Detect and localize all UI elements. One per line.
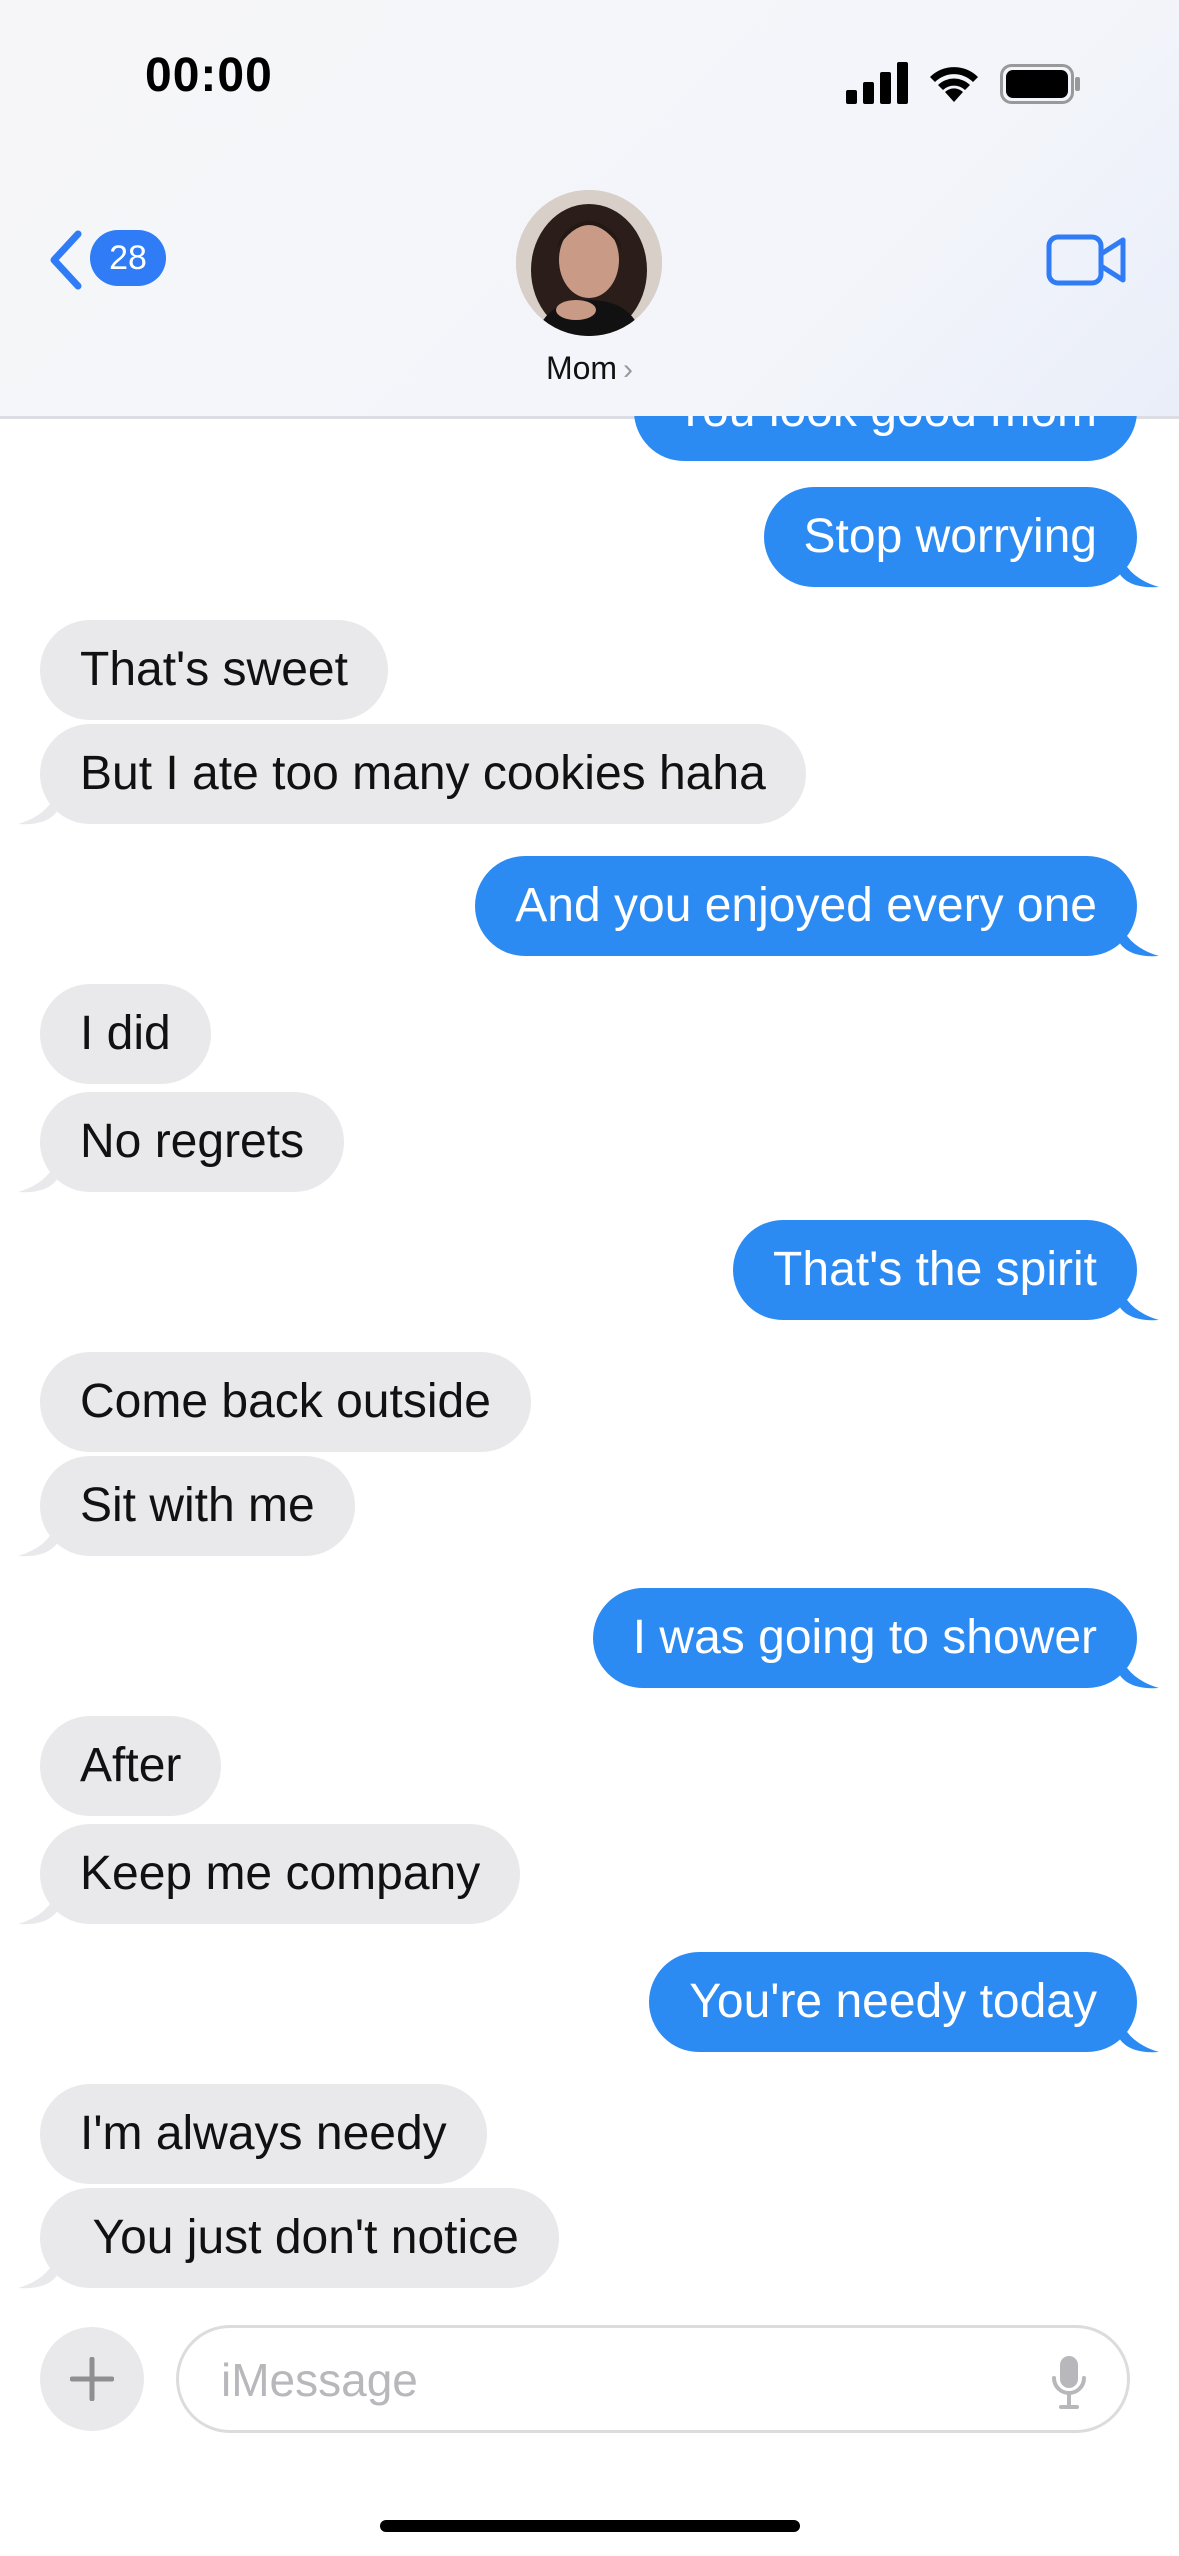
add-attachment-button[interactable] [40,2327,144,2431]
bubble-tail [18,1154,58,1193]
message-input-field[interactable] [176,2325,1130,2433]
contact-name[interactable]: Mom › [0,350,1179,387]
message-input[interactable] [219,2328,1003,2432]
chevron-right-icon: › [623,353,634,386]
avatar-photo [516,190,662,336]
battery-icon [1000,64,1080,104]
wifi-icon [930,67,978,102]
bubble-tail [18,1518,58,1557]
bubble-tail [1119,1650,1159,1689]
bubble-tail [1119,549,1159,588]
contact-avatar[interactable] [516,190,662,336]
chevron-left-icon [50,230,82,290]
bubble-tail [18,786,58,825]
home-indicator[interactable] [380,2520,800,2532]
video-camera-icon[interactable] [1046,232,1128,288]
message-thread[interactable]: You look good mom Stop worrying That's s… [0,416,1179,2296]
back-button[interactable]: 28 [46,224,176,294]
bubble-tail [18,2250,58,2289]
unread-count-badge: 28 [90,230,166,286]
status-time: 00:00 [145,49,273,102]
plus-icon [70,2357,114,2401]
bubble-tail [1119,918,1159,957]
conversation-header: 00:00 28 Mom › [0,0,1179,419]
cellular-signal-icon [846,62,908,104]
bubble-tail [18,1886,58,1925]
bubble-tail [1119,1282,1159,1321]
contact-name-text: Mom [545,350,618,386]
microphone-icon[interactable] [1051,2354,1087,2410]
bubble-tail [1119,2014,1159,2053]
